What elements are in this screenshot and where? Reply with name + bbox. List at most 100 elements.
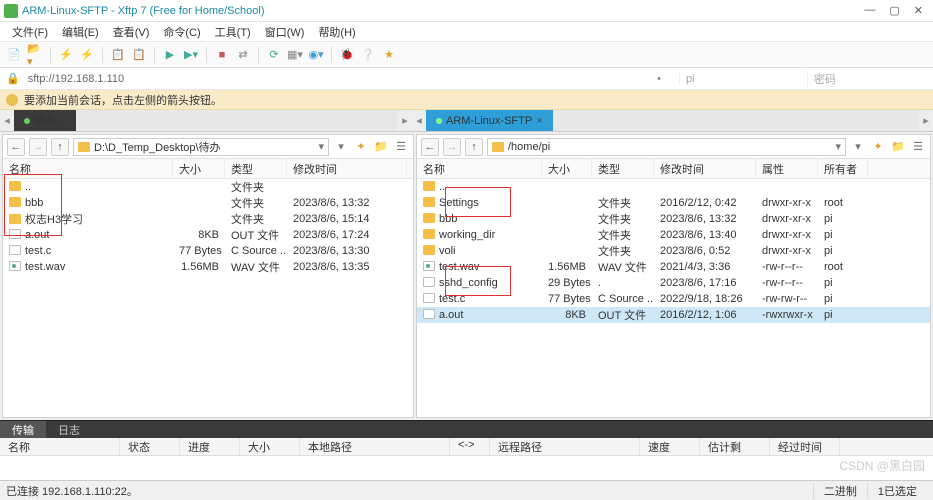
xfer-column[interactable]: 远程路径 bbox=[490, 438, 640, 455]
refresh-icon[interactable]: ▾ bbox=[333, 139, 349, 155]
newfolder-icon[interactable]: ✦ bbox=[353, 139, 369, 155]
list-icon[interactable]: ☰ bbox=[393, 139, 409, 155]
connect-icon[interactable]: ⚡ bbox=[58, 47, 74, 63]
stop-icon[interactable]: ■ bbox=[214, 47, 230, 63]
refresh-icon[interactable]: ▾ bbox=[850, 139, 866, 155]
open-folder-icon[interactable]: 📂▾ bbox=[27, 47, 43, 63]
folder-icon bbox=[423, 245, 435, 255]
lock-icon: 🔒 bbox=[6, 72, 20, 85]
tab-next-right[interactable]: ▸ bbox=[919, 110, 933, 131]
xfer-column[interactable]: 状态 bbox=[120, 438, 180, 455]
file-row[interactable]: Settings文件夹2016/2/12, 0:42drwxr-xr-xroot bbox=[417, 195, 930, 211]
menu-item[interactable]: 工具(T) bbox=[209, 23, 257, 41]
list-icon[interactable]: ☰ bbox=[910, 139, 926, 155]
help-icon[interactable]: ❔ bbox=[360, 47, 376, 63]
close-icon[interactable]: × bbox=[60, 115, 66, 127]
up-button[interactable]: ↑ bbox=[465, 138, 483, 156]
remote-pane: ← → ↑ /home/pi ▾ ▾ ✦ 📁 ☰ 名称大小类型修改时间属性所有者… bbox=[416, 134, 931, 418]
xfer-column[interactable]: 本地路径 bbox=[300, 438, 450, 455]
xfer-column[interactable]: <-> bbox=[450, 438, 490, 455]
xfer-column[interactable]: 大小 bbox=[240, 438, 300, 455]
url-field[interactable]: sftp://192.168.1.110 bbox=[28, 73, 639, 85]
wav-icon bbox=[423, 261, 435, 271]
folder-icon[interactable]: 📁 bbox=[373, 139, 389, 155]
file-row[interactable]: a.out8KBOUT 文件2023/8/6, 17:24 bbox=[3, 227, 413, 243]
file-row[interactable]: voli文件夹2023/8/6, 0:52drwxr-xr-xpi bbox=[417, 243, 930, 259]
forward-button[interactable]: → bbox=[443, 138, 461, 156]
column-header[interactable]: 大小 bbox=[542, 159, 592, 178]
folder-icon[interactable]: 📁 bbox=[890, 139, 906, 155]
xfer-tab[interactable]: 日志 bbox=[46, 421, 92, 438]
refresh-icon[interactable]: ⟳ bbox=[266, 47, 282, 63]
close-button[interactable]: ✕ bbox=[914, 4, 923, 17]
view-icon[interactable]: ◉▾ bbox=[308, 47, 324, 63]
back-button[interactable]: ← bbox=[7, 138, 25, 156]
file-row[interactable]: bbb文件夹2023/8/6, 13:32drwxr-xr-xpi bbox=[417, 211, 930, 227]
column-header[interactable]: 类型 bbox=[592, 159, 654, 178]
disconnect-icon[interactable]: ⚡ bbox=[79, 47, 95, 63]
xfer-column[interactable]: 速度 bbox=[640, 438, 700, 455]
bug-icon[interactable]: 🐞 bbox=[339, 47, 355, 63]
close-icon[interactable]: × bbox=[536, 115, 542, 127]
xfer-tab[interactable]: 传输 bbox=[0, 421, 46, 438]
play-icon[interactable]: ▶ bbox=[162, 47, 178, 63]
tab-remote[interactable]: ARM-Linux-SFTP × bbox=[426, 110, 553, 131]
pass-field[interactable]: 密码 bbox=[807, 71, 927, 87]
local-path-input[interactable]: D:\D_Temp_Desktop\待办 ▾ bbox=[73, 138, 329, 156]
paste-icon[interactable]: 📋 bbox=[131, 47, 147, 63]
copy-icon[interactable]: 📋 bbox=[110, 47, 126, 63]
column-header[interactable]: 名称 bbox=[3, 159, 173, 178]
tab-prev-left[interactable]: ◂ bbox=[0, 110, 14, 131]
folder-icon bbox=[9, 197, 21, 207]
file-row[interactable]: a.out8KBOUT 文件2016/2/12, 1:06-rwxrwxr-xp… bbox=[417, 307, 930, 323]
file-icon bbox=[9, 229, 21, 239]
file-row[interactable]: bbb文件夹2023/8/6, 13:32 bbox=[3, 195, 413, 211]
menu-item[interactable]: 编辑(E) bbox=[56, 23, 105, 41]
column-header[interactable]: 类型 bbox=[225, 159, 287, 178]
column-header[interactable]: 所有者 bbox=[818, 159, 868, 178]
file-icon bbox=[423, 293, 435, 303]
maximize-button[interactable]: ▢ bbox=[889, 4, 899, 17]
sync-icon[interactable]: ⇄ bbox=[235, 47, 251, 63]
minimize-button[interactable]: — bbox=[864, 4, 875, 17]
newfolder-icon[interactable]: ✦ bbox=[870, 139, 886, 155]
column-header[interactable]: 名称 bbox=[417, 159, 542, 178]
new-session-icon[interactable]: 📄 bbox=[6, 47, 22, 63]
user-field[interactable]: pi bbox=[679, 73, 799, 85]
back-button[interactable]: ← bbox=[421, 138, 439, 156]
file-row[interactable]: .. bbox=[417, 179, 930, 195]
menu-item[interactable]: 窗口(W) bbox=[259, 23, 311, 41]
xfer-column[interactable]: 名称 bbox=[0, 438, 120, 455]
tab-prev-right[interactable]: ◂ bbox=[412, 110, 426, 131]
file-row[interactable]: test.wav1.56MBWAV 文件2023/8/6, 13:35 bbox=[3, 259, 413, 275]
forward-button[interactable]: → bbox=[29, 138, 47, 156]
file-row[interactable]: test.wav1.56MBWAV 文件2021/4/3, 3:36-rw-r-… bbox=[417, 259, 930, 275]
menu-item[interactable]: 文件(F) bbox=[6, 23, 54, 41]
layout-icon[interactable]: ▦▾ bbox=[287, 47, 303, 63]
column-header[interactable]: 大小 bbox=[173, 159, 225, 178]
folder-icon bbox=[492, 142, 504, 152]
main-toolbar: 📄 📂▾ ⚡ ⚡ 📋 📋 ▶ ▶▾ ■ ⇄ ⟳ ▦▾ ◉▾ 🐞 ❔ ★ bbox=[0, 42, 933, 68]
star-icon[interactable]: ★ bbox=[381, 47, 397, 63]
column-header[interactable]: 修改时间 bbox=[287, 159, 407, 178]
file-row[interactable]: ..文件夹 bbox=[3, 179, 413, 195]
xfer-column[interactable]: 进度 bbox=[180, 438, 240, 455]
xfer-column[interactable]: 估计剩余... bbox=[700, 438, 770, 455]
file-row[interactable]: test.c77 BytesC Source ...2022/9/18, 18:… bbox=[417, 291, 930, 307]
menu-item[interactable]: 帮助(H) bbox=[312, 23, 361, 41]
file-row[interactable]: 权志H3学习文件夹2023/8/6, 15:14 bbox=[3, 211, 413, 227]
file-row[interactable]: sshd_config29 Bytes.2023/8/6, 17:16-rw-r… bbox=[417, 275, 930, 291]
menu-item[interactable]: 查看(V) bbox=[107, 23, 156, 41]
title-bar: ARM-Linux-SFTP - Xftp 7 (Free for Home/S… bbox=[0, 0, 933, 22]
xfer-column[interactable]: 经过时间 bbox=[770, 438, 840, 455]
play2-icon[interactable]: ▶▾ bbox=[183, 47, 199, 63]
column-header[interactable]: 属性 bbox=[756, 159, 818, 178]
tab-next-left[interactable]: ▸ bbox=[398, 110, 412, 131]
column-header[interactable]: 修改时间 bbox=[654, 159, 756, 178]
tab-local[interactable]: 待办 × bbox=[14, 110, 76, 131]
menu-item[interactable]: 命令(C) bbox=[157, 23, 206, 41]
file-row[interactable]: working_dir文件夹2023/8/6, 13:40drwxr-xr-xp… bbox=[417, 227, 930, 243]
up-button[interactable]: ↑ bbox=[51, 138, 69, 156]
file-row[interactable]: test.c77 BytesC Source ...2023/8/6, 13:3… bbox=[3, 243, 413, 259]
remote-path-input[interactable]: /home/pi ▾ bbox=[487, 138, 846, 156]
